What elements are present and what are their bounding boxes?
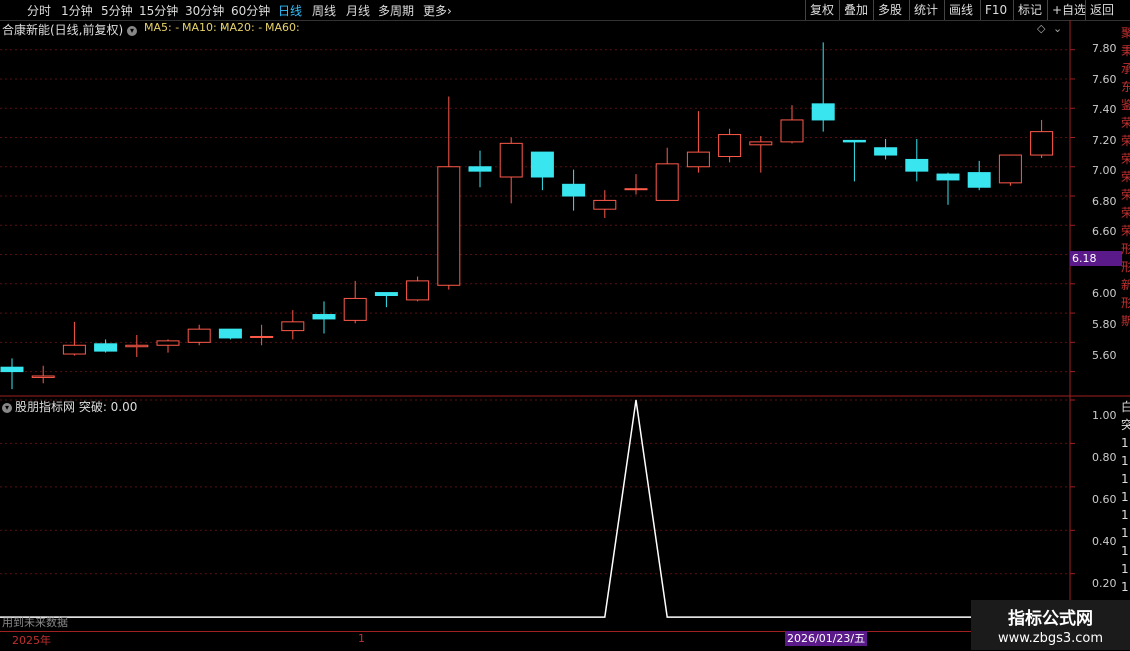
side-text-char: 1 <box>1121 580 1129 594</box>
candle-body-up <box>437 166 461 286</box>
x-axis-year-label: 2025年 <box>12 634 51 647</box>
indicator-header: ▾ 股朋指标网 突破: 0.00 <box>2 398 137 415</box>
candle-body-down <box>967 172 991 188</box>
side-text-char: 形 <box>1121 260 1130 274</box>
candle-body-up <box>250 335 274 338</box>
breakout-indicator-line <box>0 399 1070 618</box>
candle-body-down <box>468 166 492 172</box>
side-text-char: 形 <box>1121 242 1130 256</box>
candle-body-down <box>874 147 898 156</box>
y-tick: 5.60 <box>1092 349 1117 362</box>
y-tick: 5.80 <box>1092 318 1117 331</box>
candle-body-down <box>842 139 866 143</box>
side-text-char: 东 <box>1121 80 1130 94</box>
side-text-char: 形 <box>1121 296 1130 310</box>
y-tick: 6.80 <box>1092 195 1117 208</box>
candle-body-down <box>936 173 960 181</box>
candle-body-up <box>655 163 679 201</box>
side-text-char: 新 <box>1121 278 1130 292</box>
y-tick: 6.60 <box>1092 225 1117 238</box>
candle-body-up <box>156 340 180 346</box>
chevron-down-icon[interactable]: ▾ <box>2 402 12 413</box>
side-text-char: 荣 <box>1121 152 1130 166</box>
side-indicator-panel: 白突1111111111 <box>1121 398 1130 614</box>
side-text-char: 荣 <box>1121 206 1130 220</box>
side-text-char: 1 <box>1121 436 1129 450</box>
y-tick: 1.00 <box>1092 409 1117 422</box>
side-text-char: 荣 <box>1121 116 1130 130</box>
candle-body-up <box>406 280 430 301</box>
side-text-char: 承 <box>1121 62 1130 76</box>
candlestick-chart <box>0 20 1130 650</box>
future-data-note: 用到未来数据 <box>2 616 68 629</box>
watermark-logo: 指标公式网 www.zbgs3.com <box>971 600 1130 650</box>
y-tick: 6.00 <box>1092 287 1117 300</box>
x-axis <box>0 631 1070 651</box>
candle-body-up <box>281 321 305 332</box>
y-tick: 0.60 <box>1092 493 1117 506</box>
candle-body-up <box>780 119 804 143</box>
side-text-char: 荣 <box>1121 188 1130 202</box>
candle-body-up <box>593 199 617 210</box>
candle-body-down <box>905 158 929 172</box>
candle-body-up <box>62 344 86 355</box>
side-text-char: 1 <box>1121 472 1129 486</box>
y-tick: 7.80 <box>1092 42 1117 55</box>
candle-body-down <box>0 366 24 373</box>
y-tick: 7.00 <box>1092 164 1117 177</box>
logo-title: 指标公式网 <box>1008 609 1093 629</box>
x-axis-month-label: 1 <box>358 632 365 645</box>
side-text-char: 聚 <box>1121 26 1130 40</box>
candle-body-down <box>312 314 336 320</box>
side-text-char: 1 <box>1121 544 1129 558</box>
y-tick: 0.80 <box>1092 451 1117 464</box>
side-text-char: 白 <box>1121 400 1130 414</box>
y-tick: 0.40 <box>1092 535 1117 548</box>
candle-body-down <box>218 328 242 339</box>
side-text-char: 突 <box>1121 418 1130 432</box>
candle-body-down <box>811 103 835 121</box>
logo-url: www.zbgs3.com <box>997 631 1104 646</box>
side-info-panel: 聚秉承东鉴荣荣荣荣荣荣荣形形新形斯 <box>1121 24 1130 330</box>
candle-body-up <box>1030 131 1054 156</box>
candle-body-up <box>718 134 742 158</box>
side-text-char: 1 <box>1121 526 1129 540</box>
candle-body-up <box>125 344 149 348</box>
side-text-char: 1 <box>1121 562 1129 576</box>
side-text-char: 荣 <box>1121 170 1130 184</box>
candle-body-up <box>749 141 773 146</box>
candle-body-down <box>530 151 554 178</box>
side-text-char: 1 <box>1121 454 1129 468</box>
side-text-char: 荣 <box>1121 224 1130 238</box>
candle-body-down <box>374 292 398 297</box>
candle-body-up <box>998 154 1022 184</box>
current-date-tag: 2026/01/23/五 <box>785 631 868 646</box>
candle-body-up <box>343 297 367 321</box>
side-text-char: 斯 <box>1121 314 1130 328</box>
y-tick: 7.60 <box>1092 73 1117 86</box>
current-price-tag: 6.18 <box>1070 251 1122 266</box>
y-tick: 0.20 <box>1092 577 1117 590</box>
candle-body-up <box>624 188 648 191</box>
candle-body-up <box>686 151 710 168</box>
candle-body-down <box>94 343 118 352</box>
y-tick: 7.40 <box>1092 103 1117 116</box>
y-tick: 7.20 <box>1092 134 1117 147</box>
indicator-title: 股朋指标网 突破: 0.00 <box>15 400 138 414</box>
candle-body-up <box>31 375 55 378</box>
side-text-char: 荣 <box>1121 134 1130 148</box>
candle-body-up <box>499 142 523 178</box>
candle-body-down <box>562 183 586 197</box>
side-text-char: 1 <box>1121 490 1129 504</box>
side-text-char: 鉴 <box>1121 98 1130 112</box>
candle-body-up <box>187 328 211 343</box>
side-text-char: 1 <box>1121 508 1129 522</box>
side-text-char: 秉 <box>1121 44 1130 58</box>
